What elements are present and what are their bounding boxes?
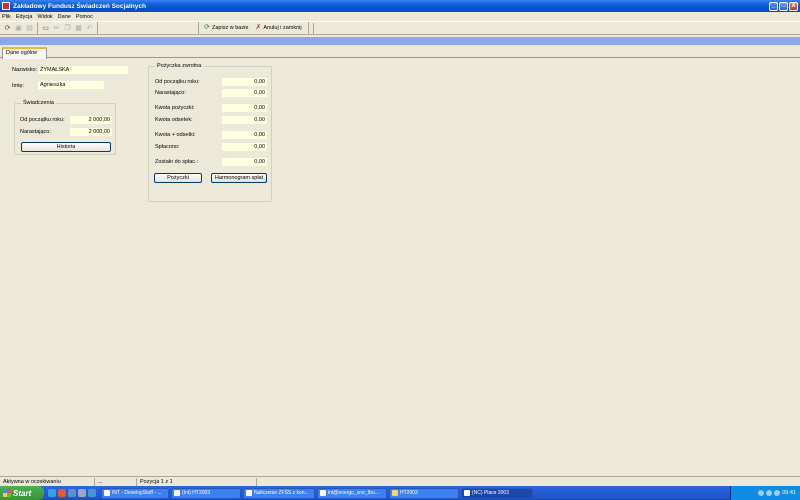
history-button[interactable]: Historia <box>21 142 111 152</box>
loan-accrued-field[interactable]: 0,00 <box>222 89 267 97</box>
title-bar[interactable]: Zakładowy Fundusz Świadczeń Socjalnych _… <box>0 0 800 12</box>
save-to-db-button[interactable]: ⟳ Zapisz w bazie <box>201 23 250 34</box>
paste-icon[interactable]: ▦ <box>74 24 83 33</box>
task-label: INT - DevelopStuff - ... <box>112 490 162 496</box>
tray-network-icon[interactable] <box>758 490 765 496</box>
toolbar-group-actions: ⟳ Zapisz w bazie ✗ Anuluj i zamknij <box>198 22 309 34</box>
task-app-icon <box>246 490 252 496</box>
browser-icon[interactable] <box>48 489 56 497</box>
tray-security-icon[interactable] <box>774 490 781 496</box>
task-label: Naliczenie ZFŚS z kon... <box>254 490 309 496</box>
toolbar-group-edit: ▭ ✂ ❐ ▦ ↶ <box>38 22 98 34</box>
window-icon[interactable]: ▭ <box>41 24 50 33</box>
task-ht2003[interactable]: HT2003 <box>389 487 459 499</box>
benefits-from-year-start-label: Od początku roku: <box>20 117 65 123</box>
windows-logo-icon <box>3 489 11 497</box>
menu-widok[interactable]: Widok <box>37 14 52 20</box>
cancel-close-button[interactable]: ✗ Anuluj i zamknij <box>252 23 303 34</box>
save-to-db-label: Zapisz w bazie <box>212 25 249 31</box>
toolbar-empty-area <box>312 22 443 34</box>
accent-bar <box>0 37 800 45</box>
status-position: Pozycja 1 z 1 <box>137 477 257 486</box>
folder-icon <box>392 490 398 496</box>
quick-launch <box>47 489 97 497</box>
copy-icon[interactable]: ❐ <box>63 24 72 33</box>
task-develop-stuff[interactable]: INT - DevelopStuff - ... <box>101 487 169 499</box>
task-label: (NC) Place 2003 <box>472 490 509 496</box>
benefits-accrued-field[interactable]: 2 000,00 <box>70 128 112 136</box>
task-label: (Int) HT2003 <box>182 490 211 496</box>
firstname-field[interactable]: Agnieszka <box>38 81 104 89</box>
print-icon[interactable]: ▤ <box>25 24 34 33</box>
toolbar-group-record: ⟳ ▣ ▤ <box>0 22 38 34</box>
save-icon[interactable]: ▣ <box>14 24 23 33</box>
start-button[interactable]: Start <box>0 486 44 500</box>
save-db-icon: ⟳ <box>204 24 210 31</box>
tray-volume-icon[interactable] <box>766 490 773 496</box>
cut-icon[interactable]: ✂ <box>52 24 61 33</box>
toolbar: ⟳ ▣ ▤ ▭ ✂ ❐ ▦ ↶ ⟳ Zapisz w bazie ✗ Anulu… <box>0 21 800 35</box>
menu-dane[interactable]: Dane <box>58 14 71 20</box>
loan-group-title: Pożyczka zwrotna <box>155 63 204 69</box>
menu-plik[interactable]: Plik <box>2 14 11 20</box>
minimize-button[interactable]: _ <box>769 1 778 11</box>
task-place-2003[interactable]: (NC) Place 2003 <box>461 487 533 499</box>
task-app-icon <box>174 490 180 496</box>
desktop-icon[interactable] <box>78 489 86 497</box>
loan-amount-plus-interest-label: Kwota + odsetki: <box>155 132 196 138</box>
task-app-icon <box>320 490 326 496</box>
tab-strip: Dane ogólne <box>0 45 800 59</box>
task-int-ht2003[interactable]: (Int) HT2003 <box>171 487 241 499</box>
loan-remaining-field[interactable]: 0,00 <box>222 158 267 166</box>
task-naliczenie[interactable]: Naliczenie ZFŚS z kon... <box>243 487 315 499</box>
status-empty <box>257 478 800 486</box>
task-label: HT2003 <box>400 490 418 496</box>
taskbar: Start INT - DevelopStuff - ... (Int) HT2… <box>0 486 800 500</box>
window-title: Zakładowy Fundusz Świadczeń Socjalnych <box>13 2 146 10</box>
loan-amount-field[interactable]: 0,00 <box>222 104 267 112</box>
cancel-close-label: Anuluj i zamknij <box>263 25 302 31</box>
benefits-group-title: Świadczenia <box>21 100 56 106</box>
app-icon <box>2 2 10 10</box>
tab-dane-ogolne[interactable]: Dane ogólne <box>2 47 47 59</box>
status-bar: Aktywna w oczekiwaniu ... Pozycja 1 z 1 <box>0 476 800 486</box>
loan-repaid-field[interactable]: 0,00 <box>222 143 267 151</box>
loan-repaid-label: Spłacono: <box>155 144 180 150</box>
firefox-icon[interactable] <box>58 489 66 497</box>
loan-interest-label: Kwota odsetek: <box>155 117 193 123</box>
menu-edycja[interactable]: Edycja <box>16 14 33 20</box>
surname-label: Nazwisko: <box>12 67 38 73</box>
task-app-icon <box>104 490 110 496</box>
loan-amount-label: Kwota pożyczki: <box>155 105 195 111</box>
start-label: Start <box>13 488 32 498</box>
status-ellipsis: ... <box>95 477 137 486</box>
undo-icon[interactable]: ↶ <box>85 24 94 33</box>
mail-icon[interactable] <box>68 489 76 497</box>
menu-pomoc[interactable]: Pomoc <box>76 14 93 20</box>
task-app-icon <box>464 490 470 496</box>
loan-accrued-label: Narastająco: <box>155 90 186 96</box>
benefits-from-year-start-field[interactable]: 2 000,00 <box>70 116 112 124</box>
system-tray: 09:41 <box>730 486 800 500</box>
loan-amount-plus-interest-field[interactable]: 0,00 <box>222 131 267 139</box>
benefits-accrued-label: Narastająco: <box>20 129 51 135</box>
refresh-icon[interactable]: ⟳ <box>3 24 12 33</box>
clock[interactable]: 09:41 <box>782 490 796 496</box>
status-state: Aktywna w oczekiwaniu <box>0 477 95 486</box>
cancel-icon: ✗ <box>255 24 262 31</box>
loans-button[interactable]: Pożyczki <box>154 173 202 183</box>
explorer-icon[interactable] <box>88 489 96 497</box>
maximize-button[interactable]: □ <box>779 1 788 11</box>
task-label: int@energo_srvr_fbo... <box>328 490 379 496</box>
loan-interest-field[interactable]: 0,00 <box>222 116 267 124</box>
firstname-label: Imię: <box>12 83 24 89</box>
loan-from-year-start-field[interactable]: 0,00 <box>222 78 267 86</box>
surname-field[interactable]: ŻYMAŁSKA <box>38 66 128 74</box>
repayment-schedule-button[interactable]: Harmonogram spłat <box>211 173 267 183</box>
loan-from-year-start-label: Od początku roku: <box>155 79 200 85</box>
loan-remaining-label: Zostało do spłac.: <box>155 159 199 165</box>
close-button[interactable]: X <box>789 1 798 11</box>
menu-bar: Plik Edycja Widok Dane Pomoc <box>0 12 800 21</box>
task-energo[interactable]: int@energo_srvr_fbo... <box>317 487 387 499</box>
